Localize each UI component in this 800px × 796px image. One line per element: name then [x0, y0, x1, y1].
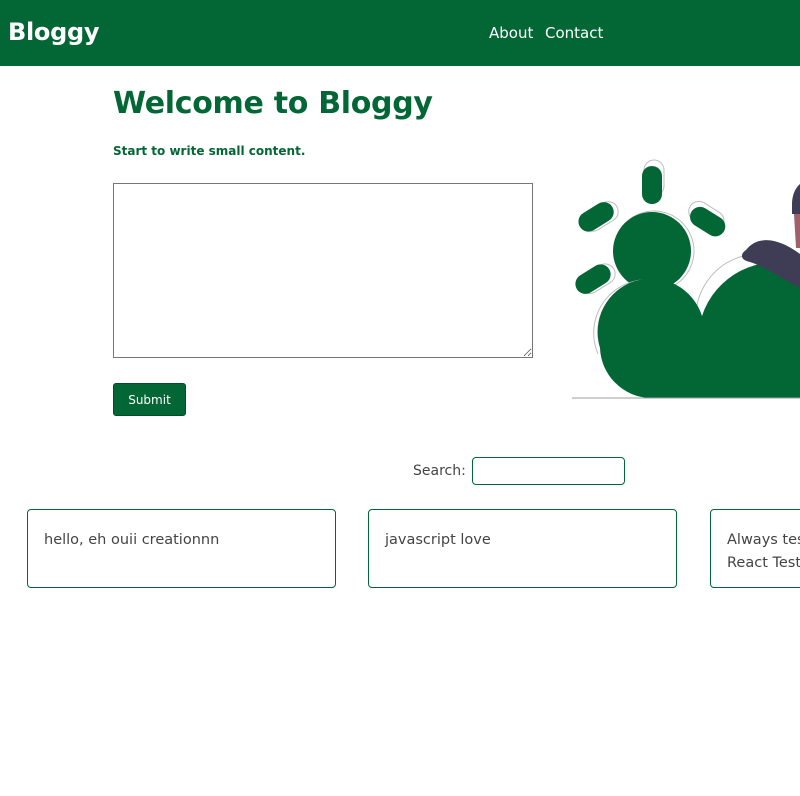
sun-ray	[575, 264, 611, 294]
post-card[interactable]: javascript love	[368, 509, 677, 588]
post-text: javascript love	[385, 532, 491, 548]
sun-ray	[690, 206, 726, 237]
post-card[interactable]: Always testing with React Testing Librar…	[710, 509, 800, 588]
post-card[interactable]: hello, eh ouii creationnn	[27, 509, 336, 588]
cloud	[597, 262, 800, 398]
person-hair	[792, 184, 800, 214]
hero-illustration	[572, 159, 800, 399]
search-label: Search:	[413, 463, 466, 479]
post-text: Always testing with React Testing Librar…	[727, 532, 800, 571]
page: Bloggy About Contact Welcome to Bloggy S…	[0, 0, 800, 796]
page-title: Welcome to Bloggy	[113, 86, 433, 121]
page-subtitle: Start to write small content.	[113, 144, 306, 158]
sun-ray	[578, 202, 614, 232]
search-input[interactable]	[472, 457, 625, 485]
nav-link-about[interactable]: About	[489, 24, 533, 42]
sun	[613, 212, 691, 290]
navbar: Bloggy About Contact	[0, 0, 800, 66]
brand-logo[interactable]: Bloggy	[8, 18, 100, 46]
content-textarea[interactable]	[113, 183, 533, 358]
submit-button[interactable]: Submit	[113, 383, 186, 416]
post-text: hello, eh ouii creationnn	[44, 532, 220, 548]
sun-ray	[642, 166, 662, 204]
nav-link-contact[interactable]: Contact	[545, 24, 603, 42]
person-face	[794, 214, 800, 248]
